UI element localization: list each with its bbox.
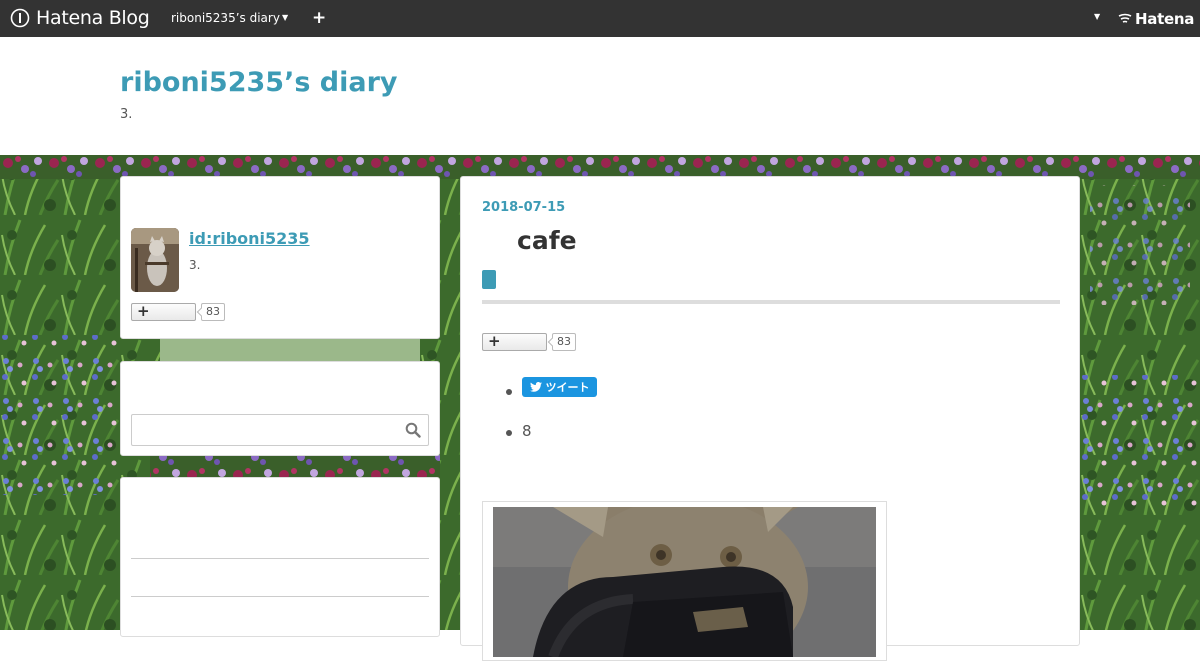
hatena-logo[interactable]: Hatena: [1118, 10, 1194, 28]
plus-icon: +: [488, 332, 501, 350]
list-divider: [131, 596, 429, 597]
global-navbar: Hatena Blog riboni5235’s diary ▼ + ▼ Hate…: [0, 0, 1200, 37]
entry-subscribe-button[interactable]: +: [482, 332, 547, 351]
avatar[interactable]: [131, 228, 179, 292]
tweet-label: ツイート: [545, 381, 590, 394]
profile-module: id:riboni5235 3. + 83: [120, 176, 440, 339]
blog-header: riboni5235’s diary 3.: [0, 37, 1200, 155]
hatena-mark-icon: [1118, 13, 1132, 23]
profile-description: 3.: [189, 258, 201, 272]
search-icon[interactable]: [405, 422, 421, 438]
list-divider: [131, 558, 429, 559]
add-entry-button[interactable]: +: [312, 8, 326, 28]
hatena-text: Hatena: [1135, 10, 1195, 28]
category-tag[interactable]: [482, 270, 496, 289]
recent-entries-module: [120, 477, 440, 637]
entry-date-link[interactable]: 2018-07-15: [482, 200, 565, 215]
entry-subscribe-widget: + 83: [482, 332, 576, 351]
subscribe-button[interactable]: +: [131, 302, 196, 321]
blog-title[interactable]: riboni5235’s diary: [120, 67, 398, 98]
entry-header-divider: [482, 300, 1060, 304]
hatena-blog-logo[interactable]: Hatena Blog: [10, 7, 150, 29]
list-bullet: [506, 389, 512, 395]
cat-avatar-image: [131, 228, 179, 292]
subscriber-count: 83: [201, 303, 225, 321]
entry-photo[interactable]: [493, 507, 876, 657]
caret-down-icon: ▼: [281, 13, 289, 22]
entry-article: 2018-07-15 cafe + 83 ツイート 8: [460, 176, 1080, 661]
stone-statue-photo: [493, 507, 876, 657]
plus-icon: +: [137, 302, 150, 320]
blog-menu-label: riboni5235’s diary: [171, 11, 280, 25]
entry-subscriber-count: 83: [552, 333, 576, 351]
tweet-button[interactable]: ツイート: [522, 377, 597, 397]
blog-menu-dropdown[interactable]: riboni5235’s diary ▼: [171, 11, 288, 25]
hatena-blog-logo-icon: [10, 8, 30, 28]
twitter-bird-icon: [529, 382, 542, 392]
search-input[interactable]: [131, 414, 429, 446]
user-menu-caret-icon[interactable]: ▼: [1094, 12, 1100, 21]
search-module: [120, 361, 440, 456]
blog-description: 3.: [120, 107, 133, 122]
list-bullet: [506, 430, 512, 436]
share-count: 8: [522, 422, 532, 440]
subscribe-widget: + 83: [131, 302, 225, 321]
entry-title[interactable]: cafe: [517, 226, 577, 255]
entry-photo-frame: [482, 501, 887, 661]
profile-id-link[interactable]: id:riboni5235: [189, 229, 310, 248]
logo-text: Hatena Blog: [36, 7, 150, 29]
